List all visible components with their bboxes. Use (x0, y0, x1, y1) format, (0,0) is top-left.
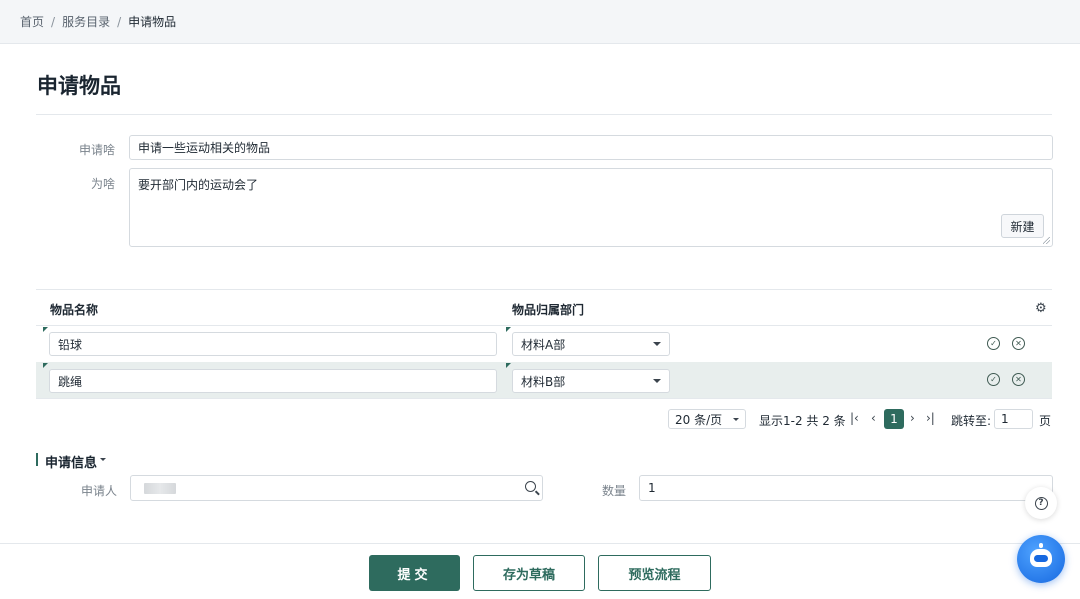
section-accent-bar (36, 453, 38, 466)
jump-page-input[interactable]: 1 (994, 409, 1033, 429)
last-page-icon[interactable]: ›| (926, 411, 935, 425)
edited-marker-icon (43, 327, 48, 332)
save-draft-button[interactable]: 存为草稿 (473, 555, 585, 591)
column-header-item-name: 物品名称 (50, 303, 99, 317)
breadcrumb-catalog[interactable]: 服务目录 (62, 13, 110, 30)
page-number-current[interactable]: 1 (884, 409, 904, 429)
what-label: 申请啥 (78, 143, 115, 157)
title-divider (36, 114, 1052, 115)
row-item-name-input[interactable]: 跳绳 (49, 369, 497, 393)
preview-flow-button[interactable]: 预览流程 (598, 555, 711, 591)
edited-marker-icon (506, 363, 511, 368)
close-circle-icon[interactable]: ✕ (1012, 337, 1025, 350)
row-item-name-input[interactable]: 铅球 (49, 332, 497, 356)
jump-page-value: 1 (1001, 412, 1009, 426)
table-top-divider (36, 289, 1052, 290)
row-item-name-value: 铅球 (58, 337, 83, 352)
breadcrumb-home[interactable]: 首页 (20, 13, 44, 30)
help-button[interactable]: ? (1025, 487, 1057, 519)
row-department-value: 材料A部 (521, 337, 566, 352)
chevron-down-icon (733, 417, 739, 421)
quantity-label: 数量 (601, 484, 626, 498)
applicant-label: 申请人 (80, 484, 117, 498)
column-header-department: 物品归属部门 (512, 303, 585, 317)
edited-marker-icon (506, 327, 511, 332)
footer-bar: 提交 存为草稿 预览流程 (0, 543, 1080, 599)
edited-marker-icon (43, 363, 48, 368)
breadcrumb-current: 申请物品 (128, 15, 177, 29)
applicant-input[interactable] (130, 475, 543, 501)
assistant-button[interactable] (1017, 535, 1065, 583)
chevron-down-icon (653, 379, 661, 383)
question-circle-icon: ? (1034, 496, 1048, 510)
why-textarea-value: 要开部门内的运动会了 (138, 178, 259, 192)
row-item-name-value: 跳绳 (58, 374, 83, 389)
quantity-value: 1 (648, 481, 656, 495)
breadcrumb: 首页 / 服务目录 / 申请物品 (0, 0, 1080, 44)
row-department-select[interactable]: 材料B部 (512, 369, 670, 393)
chevron-down-icon[interactable] (100, 458, 106, 461)
pagination: 20 条/页 显示1-2 共 2 条 |‹ ‹ 1 › ›| 跳转至: 1 页 (0, 409, 1080, 429)
pager-summary: 显示1-2 共 2 条 (759, 414, 846, 428)
resize-handle-icon[interactable] (1043, 237, 1050, 244)
page-title: 申请物品 (37, 74, 121, 98)
breadcrumb-separator: / (51, 14, 56, 29)
gear-icon[interactable]: ⚙ (1035, 301, 1047, 316)
page-size-value: 20 条/页 (675, 412, 723, 427)
table-bottom-divider (36, 398, 1052, 399)
page-size-select[interactable]: 20 条/页 (668, 409, 746, 429)
jump-label: 跳转至: (951, 414, 992, 428)
first-page-icon[interactable]: |‹ (850, 411, 859, 425)
search-icon[interactable] (525, 481, 536, 492)
check-circle-icon[interactable]: ✓ (987, 373, 1000, 386)
robot-assistant-icon (1030, 549, 1052, 567)
next-page-icon[interactable]: › (910, 411, 915, 425)
section-title[interactable]: 申请信息 (45, 452, 97, 471)
close-circle-icon[interactable]: ✕ (1012, 373, 1025, 386)
check-circle-icon[interactable]: ✓ (987, 337, 1000, 350)
why-label: 为啥 (90, 177, 115, 191)
page-suffix: 页 (1039, 414, 1052, 428)
robot-antenna-icon (1039, 543, 1043, 548)
applicant-redacted-value (144, 482, 176, 494)
what-input-value: 申请一些运动相关的物品 (138, 141, 271, 155)
row-department-value: 材料B部 (521, 374, 566, 389)
chevron-down-icon (653, 342, 661, 346)
row-department-select[interactable]: 材料A部 (512, 332, 670, 356)
why-textarea[interactable]: 要开部门内的运动会了 (129, 168, 1053, 247)
breadcrumb-separator: / (117, 14, 122, 29)
prev-page-icon[interactable]: ‹ (871, 411, 876, 425)
new-row-button[interactable]: 新建 (1001, 214, 1044, 238)
submit-button[interactable]: 提交 (369, 555, 460, 591)
quantity-input[interactable]: 1 (639, 475, 1053, 501)
what-input[interactable]: 申请一些运动相关的物品 (129, 135, 1053, 160)
main-panel: 申请物品 申请啥 申请一些运动相关的物品 为啥 要开部门内的运动会了 新建 物品… (0, 44, 1080, 543)
